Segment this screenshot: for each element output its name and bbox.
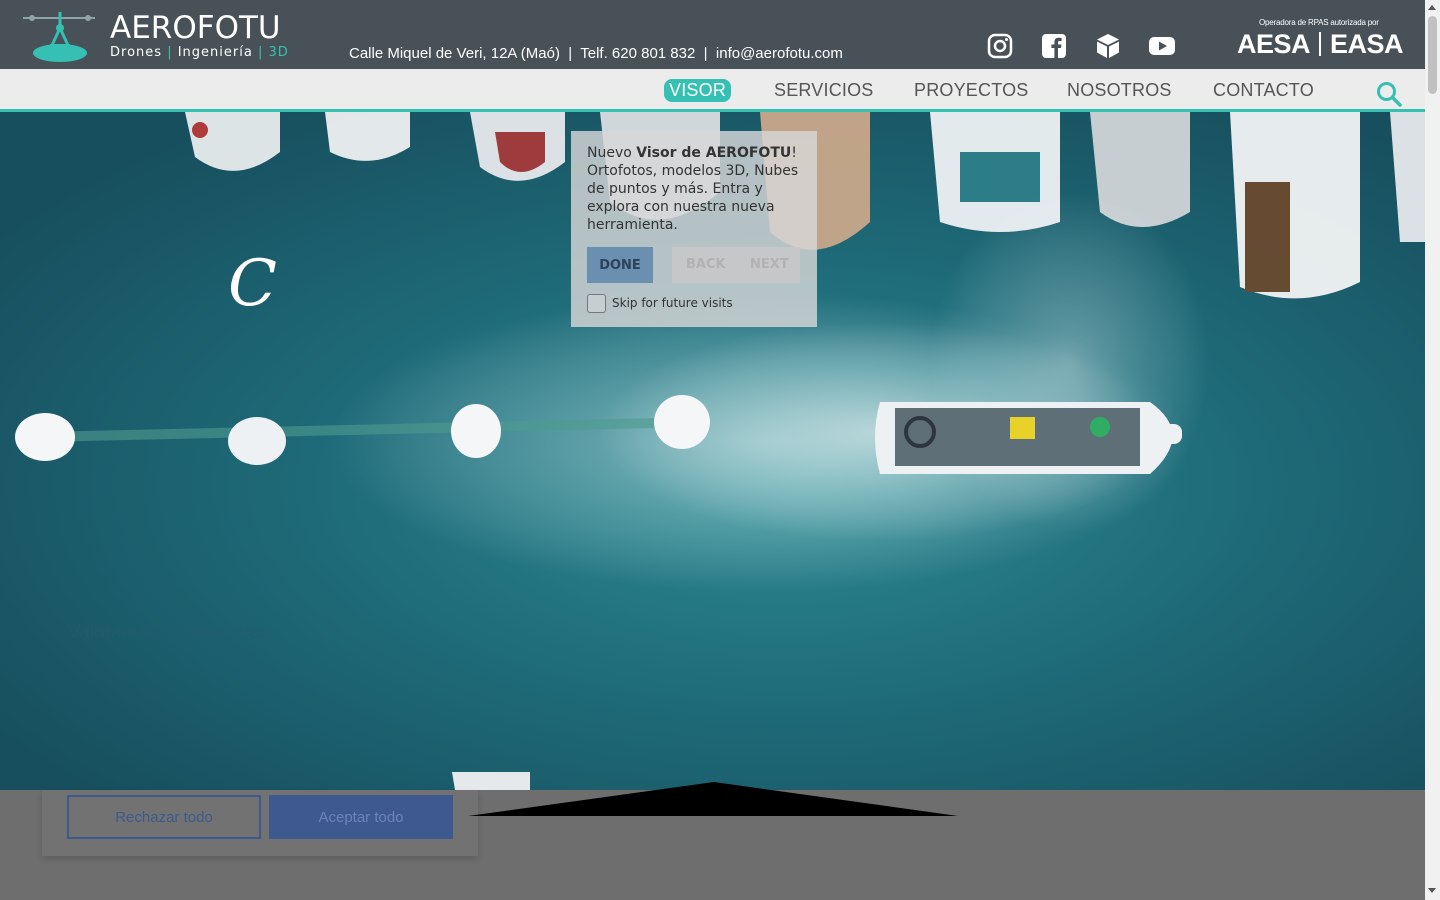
reject-all-button[interactable]: Rechazar todo xyxy=(67,795,261,839)
logo-tagline: Drones | Ingeniería | 3D xyxy=(110,45,289,60)
tagline-3d: 3D xyxy=(268,45,289,60)
main-nav: VISOR SERVICIOS PROYECTOS NOSOTROS CONTA… xyxy=(0,69,1425,112)
scroll-down-arrow-icon[interactable] xyxy=(1428,888,1436,893)
top-header: AEROFOTU Drones | Ingeniería | 3D Calle … xyxy=(0,0,1425,69)
authority-names: AESA EASA xyxy=(1237,29,1404,60)
popover-arrow-shape xyxy=(468,782,958,816)
facebook-icon[interactable] xyxy=(1041,33,1067,59)
skip-future-visits[interactable]: Skip for future visits xyxy=(587,294,807,314)
tour-done-button[interactable]: DONE xyxy=(587,247,653,283)
tour-text-1: Nuevo xyxy=(587,145,637,161)
accept-all-button[interactable]: Aceptar todo xyxy=(269,795,453,839)
authority-note: Operadora de RPAS autorizada por xyxy=(1259,18,1379,27)
tour-nav-buttons: BACK NEXT xyxy=(672,247,800,283)
drone-logo-icon xyxy=(23,12,95,62)
tagline-separator: | xyxy=(257,45,264,60)
page-scrollbar[interactable] xyxy=(1425,0,1440,900)
work-boat xyxy=(875,402,1182,474)
contact-info: Calle Miquel de Veri, 12A (Maó) | Telf. … xyxy=(349,45,843,62)
aesa-label: AESA xyxy=(1237,29,1311,59)
logo[interactable]: AEROFOTU Drones | Ingeniería | 3D xyxy=(20,8,290,64)
youtube-icon[interactable] xyxy=(1148,33,1176,59)
scroll-thumb[interactable] xyxy=(1428,16,1437,94)
tour-next-button[interactable]: NEXT xyxy=(750,257,789,272)
authority-divider xyxy=(1319,32,1322,56)
instagram-icon[interactable] xyxy=(987,33,1013,59)
skip-label: Skip for future visits xyxy=(612,296,733,310)
tour-message: Nuevo Visor de AEROFOTU! Ortofotos, mode… xyxy=(587,144,807,234)
tour-popover: Nuevo Visor de AEROFOTU! Ortofotos, mode… xyxy=(571,131,817,327)
nav-item-proyectos[interactable]: PROYECTOS xyxy=(914,80,1029,101)
logo-wordmark: AEROFOTU xyxy=(110,10,281,46)
scroll-up-arrow-icon[interactable] xyxy=(1428,5,1436,10)
skip-checkbox[interactable] xyxy=(587,294,606,313)
cookie-title-faded: Valoramos tu privacidad xyxy=(68,622,271,643)
nav-item-visor[interactable]: VISOR xyxy=(664,79,732,102)
aesa-easa-badge: Operadora de RPAS autorizada por AESA EAS… xyxy=(1237,17,1404,63)
nav-item-contacto[interactable]: CONTACTO xyxy=(1213,80,1314,101)
nav-item-servicios[interactable]: SERVICIOS xyxy=(774,80,874,101)
search-icon[interactable] xyxy=(1376,81,1402,107)
cube-icon[interactable] xyxy=(1095,33,1121,59)
tagline-drones: Drones xyxy=(110,45,163,60)
easa-label: EASA xyxy=(1330,29,1404,59)
tour-back-button[interactable]: BACK xyxy=(686,257,726,272)
tagline-ingenieria: Ingeniería xyxy=(177,45,253,60)
tagline-separator: | xyxy=(167,45,173,60)
hero-animated-letter: C xyxy=(228,247,277,321)
tour-text-bold: Visor de AEROFOTU xyxy=(636,145,792,161)
nav-item-nosotros[interactable]: NOSOTROS xyxy=(1067,80,1172,101)
